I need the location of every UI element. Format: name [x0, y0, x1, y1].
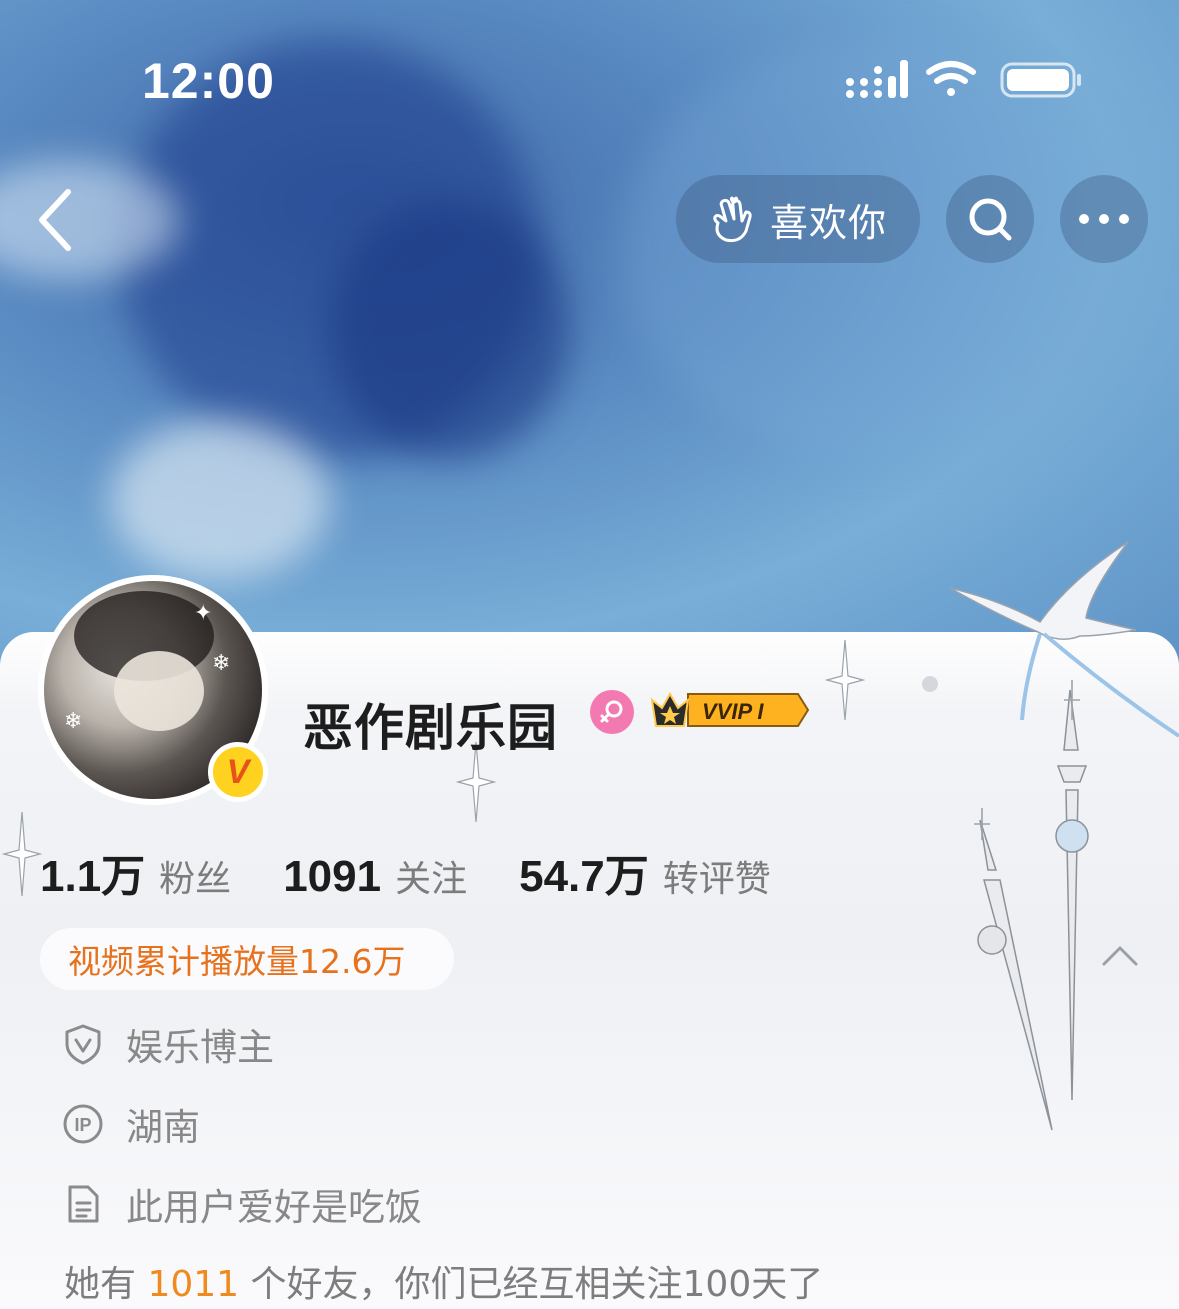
stat-value: 1.1万 [40, 852, 146, 901]
sparkle-stars [974, 680, 1080, 840]
info-bio-text: 此用户爱好是吃饭 [126, 1186, 422, 1229]
like-you-label: 喜欢你 [770, 200, 888, 245]
hand-heart-icon [713, 196, 752, 243]
star-decoration [825, 640, 865, 720]
video-play-count-label: 视频累计播放量12.6万 [68, 942, 406, 981]
female-icon [590, 690, 634, 734]
status-time: 12:00 [142, 53, 275, 109]
star-decoration [2, 812, 42, 896]
svg-text:IP: IP [74, 1115, 91, 1135]
friends-suffix: 个好友，你们已经互相关注100天了 [239, 1264, 824, 1305]
stat-followers[interactable]: 1.1万 粉丝 [40, 840, 231, 904]
avatar-face [114, 651, 204, 731]
info-ip-location: IP 湖南 [62, 1097, 200, 1151]
info-category-text: 娱乐博主 [126, 1026, 274, 1069]
info-ip-location-text: 湖南 [126, 1106, 200, 1149]
stat-value: 54.7万 [519, 852, 649, 901]
document-icon [68, 1185, 99, 1223]
friends-prefix: 她有 [64, 1264, 148, 1305]
decoration-ornament [949, 541, 1179, 1131]
vvip-label: VVIP I [702, 699, 764, 724]
snowflake-icon: ❄ [64, 709, 83, 734]
vvip-crown-icon [650, 691, 690, 727]
snowflake-icon: ❄ [212, 651, 231, 676]
mutual-friends[interactable]: 她有 1011 个好友，你们已经互相关注100天了 [64, 1255, 823, 1307]
stat-value: 1091 [283, 852, 382, 901]
shield-v-icon [65, 1024, 101, 1065]
sword-icon [977, 689, 1089, 1131]
sparkle-icon: ✦ [194, 601, 213, 626]
search-button[interactable] [946, 175, 1034, 263]
verified-v-icon: V [208, 742, 268, 802]
stats-row: 1.1万 粉丝 1091 关注 54.7万 转评赞 [40, 840, 823, 904]
status-icons [846, 60, 1081, 98]
cover-blur-cloth [110, 420, 330, 580]
info-category: 娱乐博主 [62, 1017, 274, 1071]
stat-following[interactable]: 1091 关注 [283, 850, 467, 902]
stat-reposts-comments-likes[interactable]: 54.7万 转评赞 [519, 840, 771, 904]
verified-v-mark: V [226, 752, 250, 791]
info-bio: 此用户爱好是吃饭 [62, 1177, 422, 1231]
profile-name: 恶作剧乐园 [303, 699, 558, 757]
dot-decoration [922, 676, 938, 692]
video-play-count[interactable]: 视频累计播放量12.6万 [40, 928, 454, 990]
more-button[interactable] [1060, 175, 1148, 263]
cover-blur-figure-lower [330, 200, 570, 460]
like-you-button[interactable]: 喜欢你 [676, 175, 920, 263]
back-arrow-icon[interactable] [30, 180, 90, 260]
bird-icon [949, 541, 1137, 640]
stat-label: 转评赞 [662, 859, 771, 900]
female-symbol [600, 700, 623, 723]
vvip-badge[interactable]: VVIP I [648, 688, 810, 732]
wifi-icon [926, 61, 976, 96]
stat-label: 关注 [395, 859, 468, 900]
stat-label: 粉丝 [159, 859, 232, 900]
ip-icon: IP [63, 1104, 103, 1144]
chevron-up-icon[interactable] [1100, 940, 1140, 970]
battery-icon [1000, 62, 1081, 98]
signal-icon [846, 60, 908, 98]
more-icon [1079, 214, 1129, 224]
search-icon [969, 198, 1012, 241]
friends-count: 1011 [147, 1264, 240, 1305]
